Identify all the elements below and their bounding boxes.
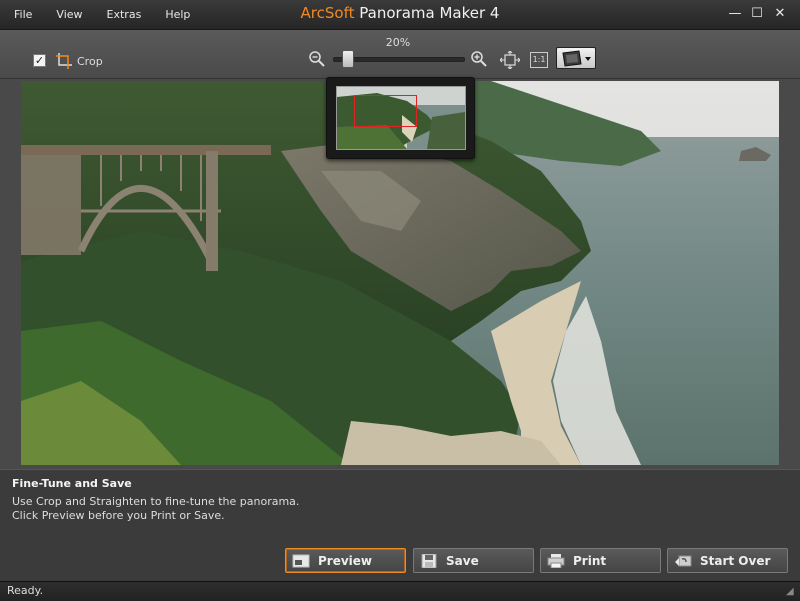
maximize-button[interactable]: ☐ — [748, 5, 766, 23]
start-over-icon — [675, 555, 692, 566]
save-button[interactable]: Save — [413, 548, 534, 573]
crop-checkbox[interactable]: ✓ — [33, 54, 46, 67]
zoom-in-icon[interactable] — [470, 50, 488, 68]
app-brand: ArcSoft — [300, 4, 355, 22]
preview-button[interactable]: Preview — [285, 548, 406, 573]
start-over-button[interactable]: Start Over — [667, 548, 788, 573]
preview-button-label: Preview — [318, 553, 373, 568]
start-over-button-label: Start Over — [700, 553, 771, 568]
print-button[interactable]: Print — [540, 548, 661, 573]
navigator-thumbnail[interactable] — [336, 86, 466, 150]
app-name: Panorama Maker 4 — [359, 4, 500, 22]
zoom-out-icon[interactable] — [308, 50, 326, 68]
view-mode-icon — [562, 50, 591, 67]
print-button-label: Print — [573, 553, 607, 568]
app-title: ArcSoft Panorama Maker 4 — [0, 4, 800, 22]
preview-icon — [292, 554, 310, 567]
print-icon — [547, 553, 565, 568]
status-bar — [0, 581, 800, 601]
crop-icon — [56, 53, 72, 69]
navigator-panel — [326, 77, 475, 159]
step-title: Fine-Tune and Save — [12, 477, 132, 490]
status-text: Ready. — [7, 584, 44, 597]
view-mode-dropdown[interactable] — [556, 47, 596, 69]
save-button-label: Save — [446, 553, 479, 568]
step-instruction-1: Use Crop and Straighten to fine-tune the… — [12, 495, 300, 508]
close-button[interactable]: ✕ — [771, 5, 789, 23]
actual-size-button[interactable]: 1:1 — [530, 52, 548, 68]
minimize-button[interactable]: — — [726, 5, 744, 23]
resize-grip-icon[interactable]: ◢ — [786, 586, 796, 597]
step-instruction-2: Click Preview before you Print or Save. — [12, 509, 225, 522]
zoom-percent: 20% — [385, 36, 411, 49]
zoom-slider-thumb[interactable] — [342, 50, 355, 68]
fit-to-window-icon[interactable] — [500, 51, 520, 69]
crop-label: Crop — [77, 55, 103, 68]
save-icon — [421, 553, 437, 568]
navigator-viewport-rect[interactable] — [354, 95, 417, 127]
